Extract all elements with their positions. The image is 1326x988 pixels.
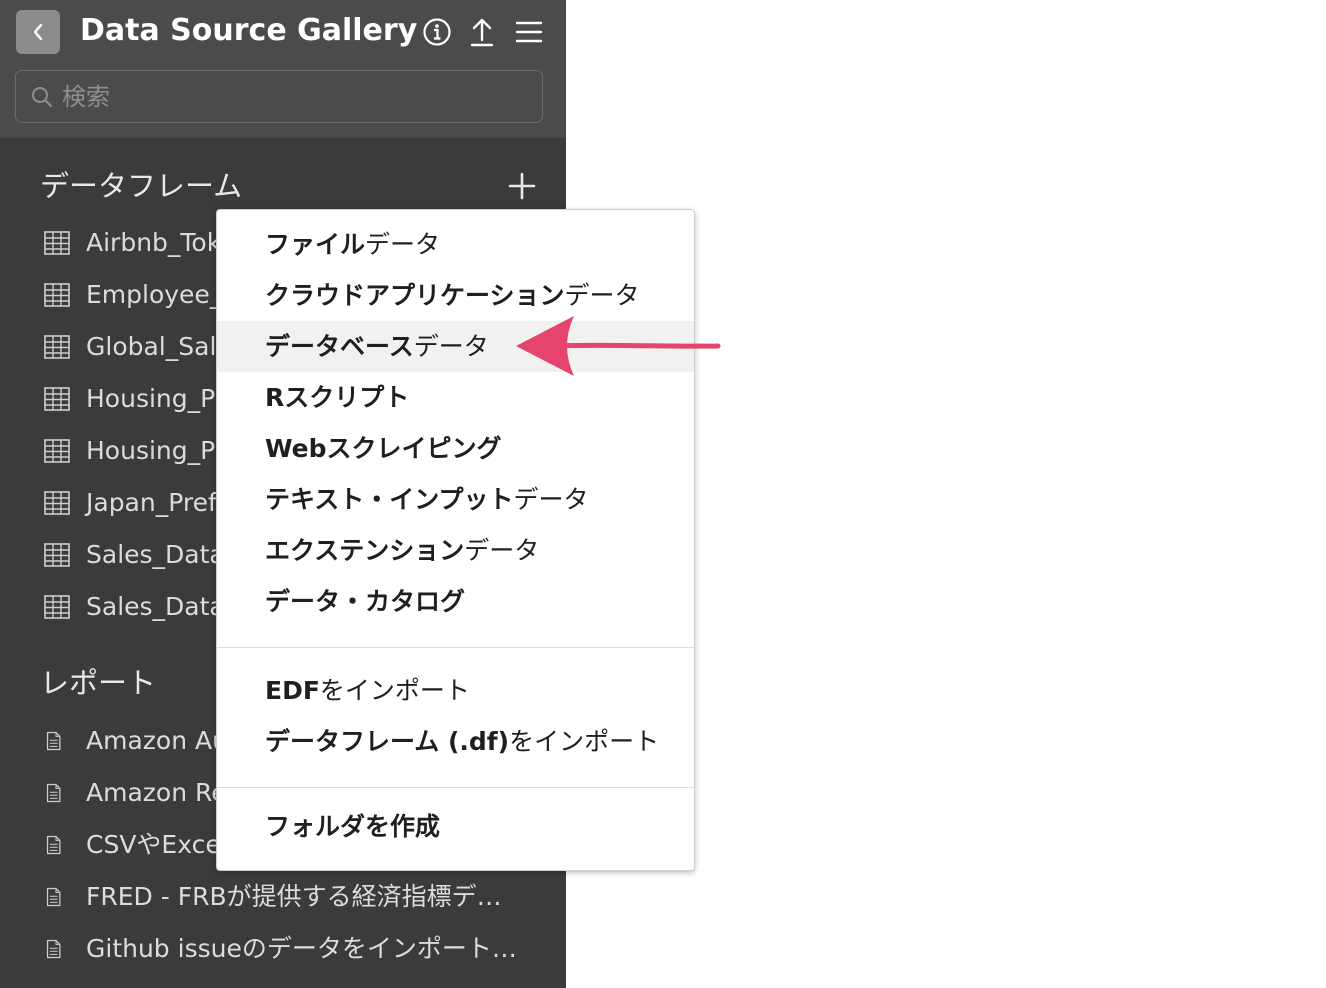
report-list-item[interactable]: FRED - FRBが提供する経済指標デ… (0, 871, 566, 923)
menu-item-label-bold: クラウドアプリケーション (265, 281, 565, 310)
hamburger-menu-icon (515, 21, 543, 43)
report-list-item[interactable]: Github issueのデータをインポート… (0, 923, 566, 975)
upload-button[interactable] (465, 14, 499, 50)
document-icon (46, 783, 61, 803)
table-icon (44, 387, 70, 411)
menu-item-label-rest: をインポート (319, 676, 470, 705)
list-item-label: Employee_ (86, 280, 223, 309)
menu-item-label-rest: データ (365, 230, 441, 259)
table-icon (44, 335, 70, 359)
document-icon (46, 731, 61, 751)
menu-divider (217, 647, 694, 648)
list-item-label: Amazon Re (86, 778, 227, 807)
chevron-left-icon (33, 23, 43, 41)
menu-divider (217, 787, 694, 788)
document-icon (46, 835, 61, 855)
list-item-label: Global_Sale (86, 332, 232, 361)
menu-item-label-bold: データベース (265, 332, 414, 361)
document-icon (46, 939, 61, 959)
menu-item[interactable]: エクステンションデータ (217, 525, 694, 576)
table-icon (44, 491, 70, 515)
add-data-source-menu: ファイルデータ クラウドアプリケーションデータ データベースデータ Rスクリプト Web… (216, 209, 695, 871)
menu-item-label-bold: ファイル (265, 230, 366, 259)
list-item-label: Airbnb_Tok (86, 228, 222, 257)
menu-item[interactable]: データフレーム (.df)をインポート (217, 716, 694, 767)
section-title-reports: レポート (40, 666, 157, 700)
list-item-label: Housing_Pr (86, 384, 226, 413)
menu-item[interactable]: フォルダを作成 (217, 801, 694, 852)
menu-item[interactable]: EDFをインポート (217, 665, 694, 716)
search-icon (32, 87, 53, 108)
menu-item-label-rest: データ (413, 332, 489, 361)
table-icon (44, 283, 70, 307)
menu-item-label-bold: EDF (265, 676, 320, 705)
section-title-dataframes: データフレーム (40, 169, 243, 203)
add-dataframe-plus-icon[interactable] (506, 170, 538, 202)
sidebar-header: Data Source Gallery (0, 0, 566, 138)
menu-item-label-bold: エクステンション (265, 536, 465, 565)
menu-item-label-bold: テキスト・インプット (265, 485, 514, 514)
menu-item-label-bold: Webスクレイピング (265, 434, 502, 463)
menu-item[interactable]: Webスクレイピング (217, 423, 694, 474)
list-item-label: Sales_Data (86, 540, 225, 569)
menu-item-label-rest: データ (564, 281, 640, 310)
menu-item-label-rest: データ (513, 485, 589, 514)
list-item-label: Amazon Au (86, 726, 228, 755)
menu-item-label-rest: データ (464, 536, 540, 565)
menu-item[interactable]: クラウドアプリケーションデータ (217, 270, 694, 321)
menu-item[interactable]: データベースデータ (217, 321, 694, 372)
table-icon (44, 543, 70, 567)
table-icon (44, 439, 70, 463)
document-icon (46, 887, 61, 907)
back-button[interactable] (16, 10, 60, 54)
menu-item-label-bold: Rスクリプト (265, 383, 410, 412)
search-input[interactable] (62, 71, 532, 122)
menu-button[interactable] (512, 14, 546, 50)
list-item-label: Housing_Pr (86, 436, 226, 465)
menu-item-label-bold: データ・カタログ (265, 587, 466, 616)
menu-item[interactable]: Rスクリプト (217, 372, 694, 423)
menu-item-label-bold: フォルダを作成 (265, 812, 441, 841)
list-item-label: Github issueのデータをインポート… (86, 934, 517, 963)
upload-icon (470, 18, 494, 47)
menu-item[interactable]: テキスト・インプットデータ (217, 474, 694, 525)
table-icon (44, 595, 70, 619)
table-icon (44, 231, 70, 255)
search-box (15, 70, 543, 123)
menu-item-label-rest: をインポート (509, 727, 660, 756)
info-icon (423, 18, 451, 46)
list-item-label: FRED - FRBが提供する経済指標デ… (86, 882, 502, 911)
menu-item[interactable]: データ・カタログ (217, 576, 694, 627)
info-button[interactable] (420, 14, 454, 50)
list-item-label: CSVやExce (86, 830, 221, 859)
list-item-label: Japan_Pref (86, 488, 217, 517)
page-title: Data Source Gallery (80, 13, 418, 48)
menu-item-label-bold: データフレーム (.df) (265, 727, 510, 756)
menu-item[interactable]: ファイルデータ (217, 219, 694, 270)
list-item-label: Sales_Data (86, 592, 225, 621)
